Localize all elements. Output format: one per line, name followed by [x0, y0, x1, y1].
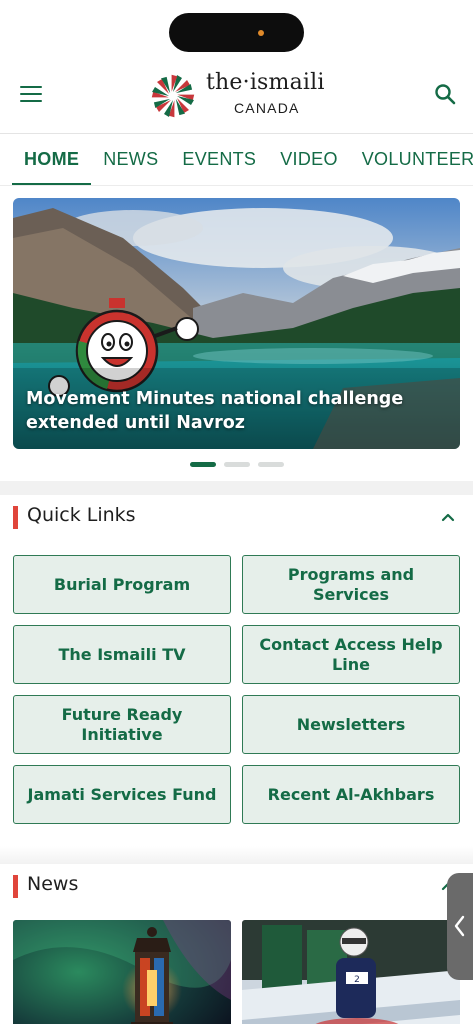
carousel-pagination [13, 462, 460, 468]
chevron-up-icon[interactable] [440, 509, 456, 525]
quick-link-recent-al-akhbars[interactable]: Recent Al-Akhbars [242, 765, 460, 824]
hero-carousel-slide[interactable]: Movement Minutes national challenge exte… [13, 198, 460, 449]
quick-link-burial-program[interactable]: Burial Program [13, 555, 231, 614]
section-divider [0, 846, 473, 864]
news-header[interactable]: News [0, 864, 473, 912]
quick-links-section: Quick Links Burial Program Programs and … [0, 495, 473, 824]
logo-mark-icon [148, 71, 198, 121]
quick-link-newsletters[interactable]: Newsletters [242, 695, 460, 754]
quick-links-grid: Burial Program Programs and Services The… [0, 545, 473, 824]
tab-video[interactable]: VIDEO [268, 134, 350, 185]
news-section: News 2 [0, 864, 473, 1024]
camera-indicator-dot [258, 30, 264, 36]
svg-text:2: 2 [354, 975, 360, 985]
dynamic-island [169, 13, 304, 52]
news-card-1[interactable] [13, 920, 231, 1024]
news-card-2[interactable]: 2 [242, 920, 460, 1024]
news-title: News [27, 873, 79, 895]
carousel-dot-3[interactable] [257, 462, 284, 467]
hero-headline: Movement Minutes national challenge exte… [26, 389, 404, 433]
quick-link-future-ready-initiative[interactable]: Future Ready Initiative [13, 695, 231, 754]
side-drawer-tab[interactable] [447, 873, 473, 980]
carousel-dot-1[interactable] [189, 462, 216, 467]
news-card-image: 2 [242, 920, 460, 1024]
section-divider [0, 481, 473, 495]
tab-events[interactable]: EVENTS [170, 134, 268, 185]
the-ismaili-logo[interactable]: the·ismaili CANADA [148, 68, 330, 122]
news-cards: 2 [0, 912, 473, 1024]
carousel-dot-2[interactable] [223, 462, 250, 467]
main-tabs: HOME NEWS EVENTS VIDEO VOLUNTEER [0, 134, 473, 186]
logo-region: CANADA [234, 100, 300, 116]
quick-link-jamati-services-fund[interactable]: Jamati Services Fund [13, 765, 231, 824]
section-accent-bar [13, 506, 18, 529]
tab-home[interactable]: HOME [12, 134, 92, 185]
quick-links-header[interactable]: Quick Links [0, 495, 473, 545]
tab-volunteer[interactable]: VOLUNTEER [350, 134, 473, 185]
status-bar [0, 0, 473, 60]
section-accent-bar [13, 875, 18, 898]
hamburger-menu-icon[interactable] [20, 86, 42, 104]
quick-link-contact-access-help-line[interactable]: Contact Access Help Line [242, 625, 460, 684]
search-icon[interactable] [433, 82, 457, 106]
app-header: the·ismaili CANADA [0, 60, 473, 134]
quick-link-ismaili-tv[interactable]: The Ismaili TV [13, 625, 231, 684]
chevron-left-icon [454, 915, 465, 937]
news-card-image [13, 920, 231, 1024]
quick-links-title: Quick Links [27, 504, 136, 526]
quick-link-programs-services[interactable]: Programs and Services [242, 555, 460, 614]
logo-wordmark: the·ismaili [206, 70, 325, 95]
tab-news[interactable]: NEWS [91, 134, 170, 185]
